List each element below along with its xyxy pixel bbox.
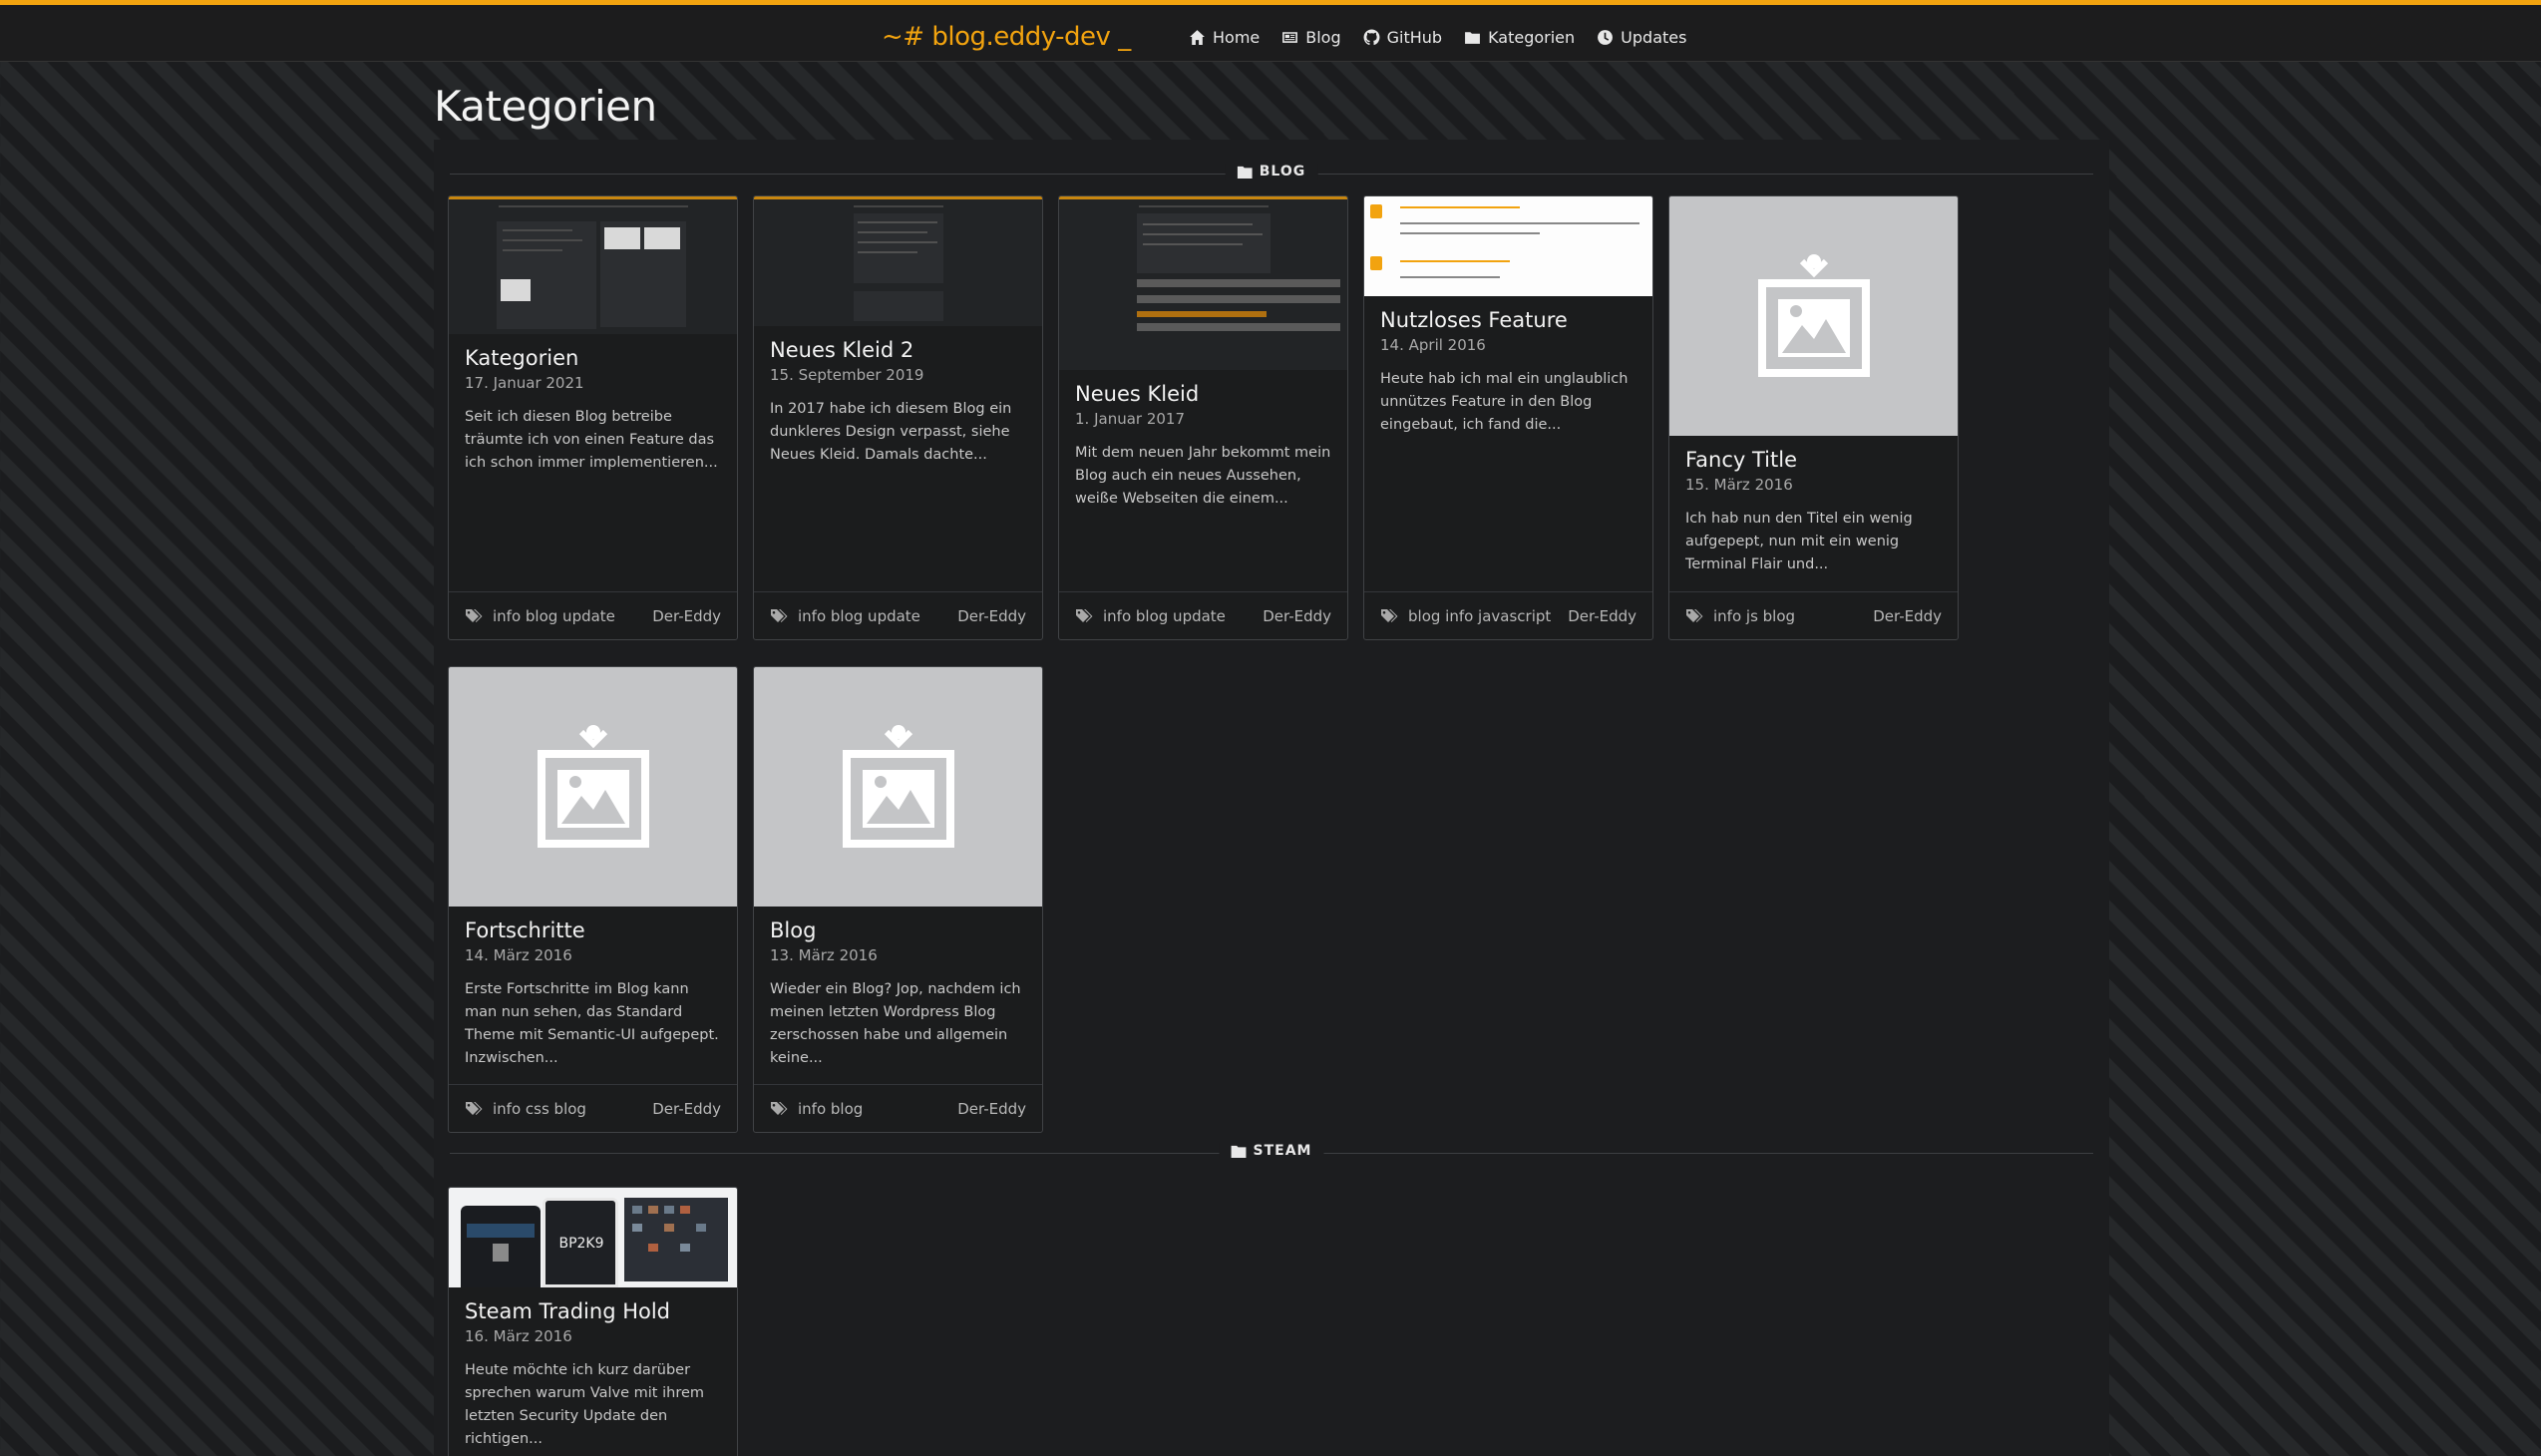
clock-icon xyxy=(1598,29,1614,45)
post-date: 17. Januar 2021 xyxy=(465,374,584,392)
post-tags[interactable]: info blog update xyxy=(493,607,615,625)
nav-label: Kategorien xyxy=(1488,27,1576,47)
post-excerpt: Wieder ein Blog? Jop, nachdem ich meinen… xyxy=(770,981,1021,1066)
post-excerpt: Mit dem neuen Jahr bekommt mein Blog auc… xyxy=(1075,445,1331,507)
post-title[interactable]: Kategorien xyxy=(465,346,721,370)
nav-item-home[interactable]: Home xyxy=(1189,28,1260,47)
post-author[interactable]: Der-Eddy xyxy=(652,1100,721,1118)
post-date: 16. März 2016 xyxy=(465,1327,572,1345)
post-author[interactable]: Der-Eddy xyxy=(652,607,721,625)
post-card[interactable]: Fortschritte 14. März 2016 Erste Fortsch… xyxy=(448,666,738,1133)
page-title: Kategorien xyxy=(434,82,657,131)
nav-item-github[interactable]: GitHub xyxy=(1363,28,1442,47)
post-tags[interactable]: blog info javascript xyxy=(1408,607,1551,625)
post-footer: info blog update Der-Eddy xyxy=(1059,591,1347,639)
post-author[interactable]: Der-Eddy xyxy=(957,607,1026,625)
post-excerpt: Ich hab nun den Titel ein wenig aufgepep… xyxy=(1685,511,1913,572)
tags-icon xyxy=(771,1101,788,1115)
post-author[interactable]: Der-Eddy xyxy=(957,1100,1026,1118)
tags-icon xyxy=(771,608,788,622)
post-date: 15. März 2016 xyxy=(1685,476,1793,494)
post-card[interactable]: Neues Kleid 1. Januar 2017 Mit dem neuen… xyxy=(1058,195,1348,640)
post-excerpt: Erste Fortschritte im Blog kann man nun … xyxy=(465,981,719,1066)
main-nav: Home Blog GitHub Kategorien Updates xyxy=(1189,17,1686,57)
post-author[interactable]: Der-Eddy xyxy=(1263,607,1331,625)
post-excerpt: Heute hab ich mal ein unglaublich unnütz… xyxy=(1380,371,1629,433)
post-thumbnail xyxy=(1669,196,1958,436)
post-excerpt: Seit ich diesen Blog betreibe träumte ic… xyxy=(465,409,718,471)
post-tags[interactable]: info css blog xyxy=(493,1100,586,1118)
placeholder-image-icon xyxy=(842,725,954,848)
post-footer: info blog Der-Eddy xyxy=(754,1084,1042,1132)
tags-icon xyxy=(1076,608,1093,622)
post-footer: blog info javascript Der-Eddy xyxy=(1364,591,1652,639)
section-divider-steam: STEAM xyxy=(450,1143,2093,1163)
post-footer: info css blog Der-Eddy xyxy=(449,1084,737,1132)
post-date: 14. April 2016 xyxy=(1380,336,1486,354)
post-title[interactable]: Nutzloses Feature xyxy=(1380,308,1636,332)
nav-item-updates[interactable]: Updates xyxy=(1597,28,1686,47)
post-title[interactable]: Fortschritte xyxy=(465,918,721,942)
github-icon xyxy=(1363,29,1380,45)
folder-icon xyxy=(1237,166,1253,179)
folder-icon xyxy=(1465,31,1481,44)
post-tags[interactable]: info blog update xyxy=(1103,607,1226,625)
tags-icon xyxy=(1381,608,1398,622)
nav-item-kategorien[interactable]: Kategorien xyxy=(1464,28,1575,47)
post-card[interactable]: Neues Kleid 2 15. September 2019 In 2017… xyxy=(753,195,1043,640)
site-brand[interactable]: ~# blog.eddy-dev _ xyxy=(882,17,1131,57)
post-footer: info blog update Der-Eddy xyxy=(754,591,1042,639)
post-title[interactable]: Neues Kleid 2 xyxy=(770,338,1026,362)
post-title[interactable]: Neues Kleid xyxy=(1075,382,1331,406)
post-author[interactable]: Der-Eddy xyxy=(1568,607,1636,625)
post-footer: info blog update Der-Eddy xyxy=(449,591,737,639)
post-tags[interactable]: info blog xyxy=(798,1100,863,1118)
top-navbar: ~# blog.eddy-dev _ Home Blog GitHub Kate… xyxy=(0,0,2541,62)
post-card[interactable]: BP2K9 Steam Trading Hold 16. März 2016 H… xyxy=(448,1187,738,1456)
placeholder-image-icon xyxy=(1757,254,1870,377)
post-title[interactable]: Steam Trading Hold xyxy=(465,1299,721,1323)
tags-icon xyxy=(466,608,483,622)
nav-item-blog[interactable]: Blog xyxy=(1281,27,1341,47)
nav-label: GitHub xyxy=(1386,27,1443,47)
post-excerpt: Heute möchte ich kurz darüber sprechen w… xyxy=(465,1362,705,1447)
section-name: BLOG xyxy=(1259,164,1306,180)
post-title[interactable]: Blog xyxy=(770,918,1026,942)
home-icon xyxy=(1190,29,1205,45)
post-card[interactable]: Blog 13. März 2016 Wieder ein Blog? Jop,… xyxy=(753,666,1043,1133)
post-tags[interactable]: info blog update xyxy=(798,607,920,625)
categories-panel: BLOG Kategorien 17. Januar 2021 Seit ich… xyxy=(434,140,2109,1456)
post-title[interactable]: Fancy Title xyxy=(1685,448,1942,472)
post-date: 14. März 2016 xyxy=(465,946,572,964)
tags-icon xyxy=(1686,608,1703,622)
post-card[interactable]: Kategorien 17. Januar 2021 Seit ich dies… xyxy=(448,195,738,640)
post-thumbnail: BP2K9 xyxy=(449,1188,737,1287)
post-footer: info js blog Der-Eddy xyxy=(1669,591,1958,639)
post-card[interactable]: Nutzloses Feature 14. April 2016 Heute h… xyxy=(1363,195,1653,640)
post-thumbnail xyxy=(449,196,737,334)
post-thumbnail xyxy=(754,667,1042,907)
newspaper-icon xyxy=(1282,31,1298,43)
nav-label: Updates xyxy=(1621,27,1687,47)
nav-label: Home xyxy=(1213,27,1261,47)
post-date: 15. September 2019 xyxy=(770,366,924,384)
placeholder-image-icon xyxy=(537,725,649,848)
tags-icon xyxy=(466,1101,483,1115)
post-author[interactable]: Der-Eddy xyxy=(1873,607,1942,625)
post-thumbnail xyxy=(1059,196,1347,370)
folder-icon xyxy=(1231,1145,1247,1158)
post-date: 13. März 2016 xyxy=(770,946,878,964)
section-divider-blog: BLOG xyxy=(450,164,2093,183)
post-excerpt: In 2017 habe ich diesem Blog ein dunkler… xyxy=(770,401,1012,463)
phone-code-text: BP2K9 xyxy=(558,1236,604,1252)
post-date: 1. Januar 2017 xyxy=(1075,410,1186,428)
post-thumbnail xyxy=(449,667,737,907)
nav-label: Blog xyxy=(1305,27,1341,47)
post-tags[interactable]: info js blog xyxy=(1713,607,1795,625)
post-thumbnail xyxy=(1364,196,1652,296)
post-card[interactable]: Fancy Title 15. März 2016 Ich hab nun de… xyxy=(1668,195,1959,640)
section-name: STEAM xyxy=(1253,1143,1312,1159)
post-thumbnail xyxy=(754,196,1042,326)
